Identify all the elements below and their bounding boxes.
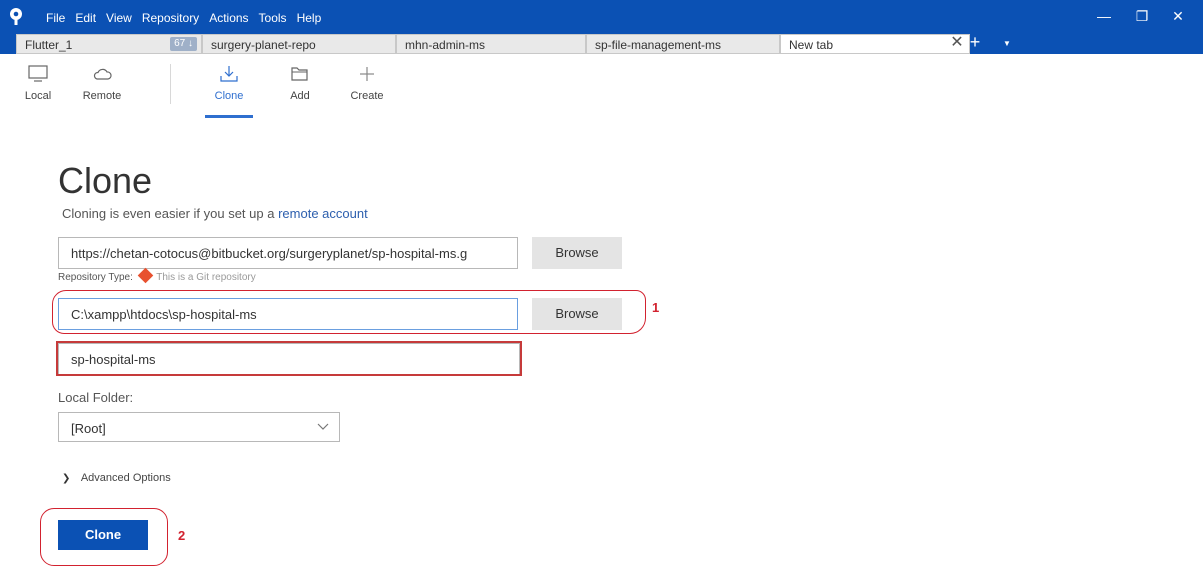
annotation-highlight-1: [52, 290, 646, 334]
close-window-button[interactable]: ✕: [1166, 6, 1190, 26]
page-title: Clone: [58, 160, 153, 201]
local-button[interactable]: Local: [8, 64, 68, 114]
menu-tools[interactable]: Tools: [259, 11, 287, 25]
tab-label: sp-file-management-ms: [595, 38, 722, 52]
add-button[interactable]: Add: [270, 64, 330, 114]
title-bar: File Edit View Repository Actions Tools …: [0, 0, 1203, 32]
plus-icon: [360, 67, 374, 81]
chevron-down-icon: [317, 423, 329, 430]
tab-label: New tab: [789, 38, 834, 52]
local-folder-label: Local Folder:: [58, 390, 134, 405]
subtitle: Cloning is even easier if you set up a r…: [62, 206, 368, 221]
download-icon: [220, 66, 238, 82]
menu-actions[interactable]: Actions: [209, 11, 248, 25]
repo-type-value: This is a Git repository: [156, 272, 256, 283]
add-label: Add: [290, 90, 310, 102]
local-folder-select[interactable]: [Root]: [58, 412, 340, 442]
create-label: Create: [350, 90, 384, 102]
clone-tool-label: Clone: [214, 90, 244, 102]
repo-type-label: Repository Type:: [58, 272, 133, 283]
create-button[interactable]: Create: [337, 64, 397, 114]
annotation-highlight-2: [40, 508, 168, 566]
chevron-right-icon: ❯: [62, 473, 71, 484]
subtitle-text: Cloning is even easier if you set up a: [62, 206, 275, 221]
close-tab-icon[interactable]: ✕: [948, 34, 966, 52]
restore-button[interactable]: ❐: [1130, 6, 1154, 26]
toolbar-divider: [170, 64, 171, 104]
git-icon: [137, 267, 153, 284]
menu-repository[interactable]: Repository: [142, 11, 199, 25]
tab-sp-file-management-ms[interactable]: sp-file-management-ms: [586, 34, 780, 54]
tab-flutter-1[interactable]: Flutter_1 67 ↓: [16, 34, 202, 54]
menu-help[interactable]: Help: [297, 11, 322, 25]
annotation-highlight-name: [56, 341, 522, 376]
remote-account-link[interactable]: remote account: [278, 206, 368, 221]
remote-label: Remote: [82, 90, 122, 102]
sourcetree-logo-icon: [10, 8, 22, 25]
menu-view[interactable]: View: [106, 11, 132, 25]
advanced-options-label: Advanced Options: [80, 472, 171, 484]
local-folder-value: [Root]: [71, 421, 106, 436]
tab-menu-chevron-icon[interactable]: ▼: [1000, 38, 1014, 50]
remote-button[interactable]: Remote: [72, 64, 132, 114]
tab-surgery-planet-repo[interactable]: surgery-planet-repo: [202, 34, 396, 54]
repository-type: Repository Type: This is a Git repositor…: [58, 267, 256, 284]
tab-label: surgery-planet-repo: [211, 38, 316, 52]
local-label: Local: [24, 90, 52, 102]
toolbar: Local Remote Clone Add Create: [0, 54, 1203, 118]
add-tab-icon[interactable]: +: [966, 32, 984, 52]
menu-bar: File Edit View Repository Actions Tools …: [46, 11, 321, 25]
tab-mhn-admin-ms[interactable]: mhn-admin-ms: [396, 34, 586, 54]
incoming-count-badge: 67 ↓: [170, 37, 197, 51]
menu-edit[interactable]: Edit: [75, 11, 96, 25]
tab-label: mhn-admin-ms: [405, 38, 486, 52]
tab-strip: Flutter_1 67 ↓ surgery-planet-repo mhn-a…: [0, 32, 1203, 54]
tab-label: Flutter_1: [25, 38, 73, 52]
cloud-icon: [93, 68, 112, 80]
annotation-number-2: 2: [178, 528, 186, 543]
menu-file[interactable]: File: [46, 11, 65, 25]
clone-tool-button[interactable]: Clone: [203, 64, 255, 118]
tab-new-tab[interactable]: New tab: [780, 34, 970, 54]
monitor-icon: [28, 65, 48, 82]
annotation-number-1: 1: [652, 300, 660, 315]
source-url-input[interactable]: https://chetan-cotocus@bitbucket.org/sur…: [58, 237, 518, 269]
minimize-button[interactable]: —: [1092, 6, 1116, 26]
folder-icon: [291, 67, 308, 81]
browse-source-button[interactable]: Browse: [532, 237, 622, 269]
advanced-options-toggle[interactable]: ❯ Advanced Options: [62, 472, 171, 484]
